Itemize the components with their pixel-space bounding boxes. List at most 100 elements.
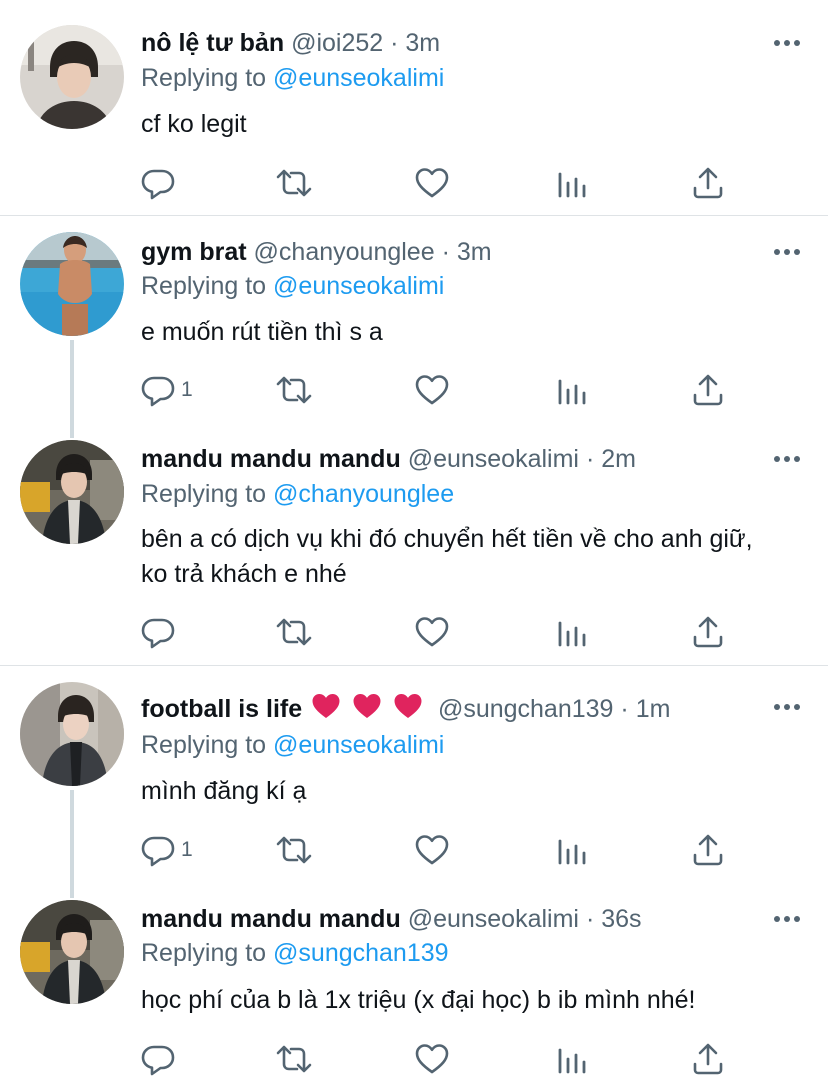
views-button[interactable] bbox=[555, 833, 589, 867]
mention-link[interactable]: @chanyounglee bbox=[273, 480, 454, 508]
more-dots-icon[interactable] bbox=[774, 704, 800, 712]
replying-label: Replying to bbox=[141, 731, 267, 759]
more-dots-icon[interactable] bbox=[774, 40, 800, 48]
heart-icon bbox=[415, 166, 449, 200]
share-icon bbox=[691, 833, 725, 867]
more-dots-icon[interactable] bbox=[774, 456, 800, 464]
replying-to: Replying to @eunseokalimi bbox=[141, 728, 444, 762]
tweet[interactable]: nô lệ tư bản @ioi252 · 3m Replying to @e… bbox=[0, 0, 828, 216]
heart-icon bbox=[415, 833, 449, 867]
tweet-text: cf ko legit bbox=[141, 110, 247, 138]
heart-emoji-icon bbox=[393, 692, 423, 720]
retweet-icon bbox=[275, 615, 313, 649]
mention-link[interactable]: @sungchan139 bbox=[273, 939, 449, 967]
share-icon bbox=[691, 373, 725, 407]
share-button[interactable] bbox=[691, 166, 725, 200]
views-button[interactable] bbox=[555, 1042, 589, 1076]
like-button[interactable] bbox=[415, 833, 449, 867]
timestamp[interactable]: 2m bbox=[601, 445, 636, 473]
tweet-header: mandu mandu mandu @eunseokalimi · 2m bbox=[141, 442, 768, 476]
retweet-button[interactable] bbox=[275, 833, 313, 867]
display-name[interactable]: football is life bbox=[141, 695, 302, 723]
reply-button[interactable] bbox=[141, 615, 175, 649]
separator-dot: · bbox=[620, 695, 629, 724]
share-button[interactable] bbox=[691, 1042, 725, 1076]
views-button[interactable] bbox=[555, 373, 589, 407]
handle[interactable]: @sungchan139 bbox=[438, 695, 614, 723]
mention-link[interactable]: @eunseokalimi bbox=[273, 272, 444, 300]
retweet-icon bbox=[275, 166, 313, 200]
retweet-button[interactable] bbox=[275, 373, 313, 407]
share-icon bbox=[691, 615, 725, 649]
reply-bubble-icon bbox=[141, 166, 175, 200]
handle[interactable]: @ioi252 bbox=[291, 29, 383, 57]
action-bar: 1 bbox=[141, 833, 741, 867]
reply-button[interactable]: 1 bbox=[141, 373, 193, 407]
tweet-header: gym brat @chanyounglee · 3m bbox=[141, 235, 768, 269]
share-icon bbox=[691, 1042, 725, 1076]
reply-bubble-icon bbox=[141, 833, 175, 867]
like-button[interactable] bbox=[415, 373, 449, 407]
handle[interactable]: @eunseokalimi bbox=[408, 905, 579, 933]
avatar[interactable] bbox=[20, 900, 124, 1004]
avatar[interactable] bbox=[20, 682, 124, 786]
tweet-text: e muốn rút tiền thì s a bbox=[141, 318, 383, 346]
avatar[interactable] bbox=[20, 25, 124, 129]
retweet-button[interactable] bbox=[275, 615, 313, 649]
display-name[interactable]: mandu mandu mandu bbox=[141, 445, 401, 473]
display-name[interactable]: gym brat bbox=[141, 238, 247, 266]
timestamp[interactable]: 3m bbox=[405, 29, 440, 57]
reply-count: 1 bbox=[181, 378, 193, 401]
reply-bubble-icon bbox=[141, 1042, 175, 1076]
like-button[interactable] bbox=[415, 166, 449, 200]
tweet-text: bên a có dịch vụ khi đó chuyển hết tiền … bbox=[141, 525, 753, 588]
views-button[interactable] bbox=[555, 615, 589, 649]
action-bar: 1 bbox=[141, 373, 741, 407]
tweet[interactable]: mandu mandu mandu @eunseokalimi · 36s Re… bbox=[0, 886, 828, 1088]
display-name[interactable]: nô lệ tư bản bbox=[141, 29, 284, 57]
reply-button[interactable] bbox=[141, 1042, 175, 1076]
share-button[interactable] bbox=[691, 615, 725, 649]
mention-link[interactable]: @eunseokalimi bbox=[273, 731, 444, 759]
share-button[interactable] bbox=[691, 833, 725, 867]
separator-dot: · bbox=[585, 905, 595, 933]
action-bar bbox=[141, 615, 741, 649]
reply-button[interactable]: 1 bbox=[141, 833, 193, 867]
separator-dot: · bbox=[585, 445, 595, 473]
heart-emoji-icon bbox=[352, 692, 382, 720]
retweet-button[interactable] bbox=[275, 166, 313, 200]
timestamp[interactable]: 36s bbox=[601, 905, 641, 933]
reply-bubble-icon bbox=[141, 615, 175, 649]
retweet-icon bbox=[275, 1042, 313, 1076]
tweet-header: mandu mandu mandu @eunseokalimi · 36s bbox=[141, 902, 768, 936]
more-dots-icon[interactable] bbox=[774, 916, 800, 924]
analytics-icon bbox=[555, 615, 589, 649]
reply-count: 1 bbox=[181, 838, 193, 861]
avatar[interactable] bbox=[20, 440, 124, 544]
replying-label: Replying to bbox=[141, 480, 267, 508]
more-dots-icon[interactable] bbox=[774, 249, 800, 257]
like-button[interactable] bbox=[415, 615, 449, 649]
replying-to: Replying to @chanyounglee bbox=[141, 477, 454, 511]
like-button[interactable] bbox=[415, 1042, 449, 1076]
handle[interactable]: @eunseokalimi bbox=[408, 445, 579, 473]
views-button[interactable] bbox=[555, 166, 589, 200]
timestamp[interactable]: 3m bbox=[457, 238, 492, 266]
tweet[interactable]: mandu mandu mandu @eunseokalimi · 2m Rep… bbox=[0, 426, 828, 666]
heart-icon bbox=[415, 1042, 449, 1076]
reply-button[interactable] bbox=[141, 166, 175, 200]
heart-emoji-icon bbox=[311, 692, 341, 720]
mention-link[interactable]: @eunseokalimi bbox=[273, 64, 444, 92]
avatar[interactable] bbox=[20, 232, 124, 336]
timestamp[interactable]: 1m bbox=[636, 695, 671, 723]
handle[interactable]: @chanyounglee bbox=[254, 238, 435, 266]
share-button[interactable] bbox=[691, 373, 725, 407]
reply-bubble-icon bbox=[141, 373, 175, 407]
tweet[interactable]: gym brat @chanyounglee · 3m Replying to … bbox=[0, 216, 828, 426]
retweet-button[interactable] bbox=[275, 1042, 313, 1076]
analytics-icon bbox=[555, 373, 589, 407]
tweet[interactable]: football is life @sungchan139 · 1m Reply… bbox=[0, 666, 828, 886]
display-name[interactable]: mandu mandu mandu bbox=[141, 905, 401, 933]
separator-dot: · bbox=[441, 238, 450, 266]
heart-icon bbox=[415, 615, 449, 649]
